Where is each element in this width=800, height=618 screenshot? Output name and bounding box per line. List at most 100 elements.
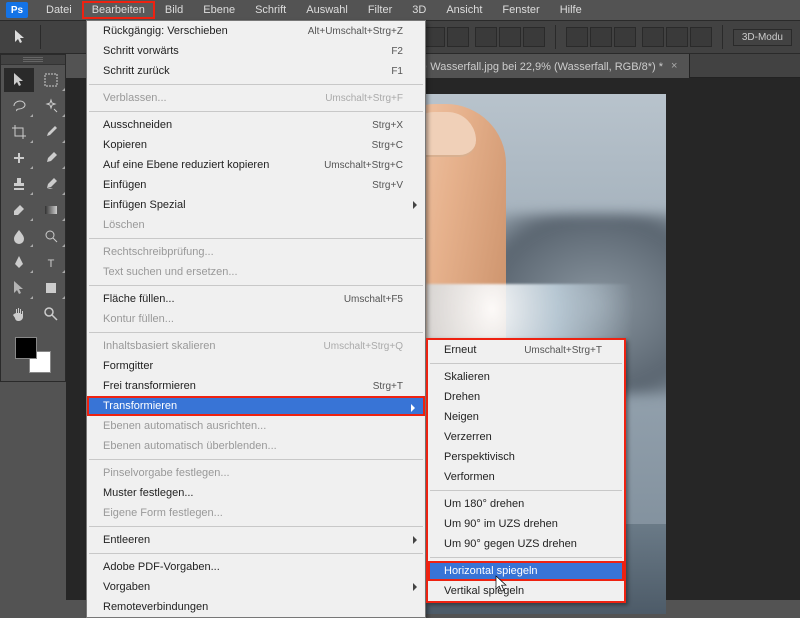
menu-item-label: Adobe PDF-Vorgaben... <box>103 561 220 573</box>
menu-separator <box>430 490 622 491</box>
dist-btn[interactable] <box>475 27 497 47</box>
menu-item-fl-che-f-llen[interactable]: Fläche füllen...Umschalt+F5 <box>87 289 425 309</box>
tool-magic[interactable] <box>36 94 66 118</box>
menu-item-label: Neigen <box>444 411 479 423</box>
menu-shortcut: Umschalt+Strg+F <box>325 93 403 104</box>
tool-stamp[interactable] <box>4 172 34 196</box>
menu-item-label: Verzerren <box>444 431 492 443</box>
menu-item-perspektivisch[interactable]: Perspektivisch <box>428 447 624 467</box>
doc-tab-wasserfall[interactable]: ⊙ Wasserfall.jpg bei 22,9% (Wasserfall, … <box>406 54 690 78</box>
tool-crop[interactable] <box>4 120 34 144</box>
menu-item-drehen[interactable]: Drehen <box>428 387 624 407</box>
toolbox-grip[interactable] <box>1 55 65 65</box>
menu-item-frei-transformieren[interactable]: Frei transformierenStrg+T <box>87 376 425 396</box>
dist-btn[interactable] <box>642 27 664 47</box>
menu-item-transformieren[interactable]: Transformieren <box>87 396 425 416</box>
menu-ansicht[interactable]: Ansicht <box>436 1 492 19</box>
menu-item-label: Ebenen automatisch ausrichten... <box>103 420 266 432</box>
tool-text[interactable]: T <box>36 250 66 274</box>
menu-item-verzerren[interactable]: Verzerren <box>428 427 624 447</box>
tool-history[interactable] <box>36 172 66 196</box>
menu-hilfe[interactable]: Hilfe <box>550 1 592 19</box>
cursor-icon <box>495 575 509 593</box>
menu-item-label: Horizontal spiegeln <box>444 565 538 577</box>
separator <box>722 25 723 49</box>
menu-item-einf-gen-spezial[interactable]: Einfügen Spezial <box>87 195 425 215</box>
menu-item-ausschneiden[interactable]: AusschneidenStrg+X <box>87 115 425 135</box>
menu-3d[interactable]: 3D <box>402 1 436 19</box>
menu-item-label: Ebenen automatisch überblenden... <box>103 440 277 452</box>
menu-separator <box>89 459 423 460</box>
dist-btn[interactable] <box>666 27 688 47</box>
tool-eraser[interactable] <box>4 198 34 222</box>
menu-shortcut: Alt+Umschalt+Strg+Z <box>308 26 403 37</box>
distribute-group <box>475 27 545 47</box>
menu-item-label: Ausschneiden <box>103 119 172 131</box>
menu-schrift[interactable]: Schrift <box>245 1 296 19</box>
menu-bild[interactable]: Bild <box>155 1 193 19</box>
menu-item-formgitter[interactable]: Formgitter <box>87 356 425 376</box>
menu-item-label: Auf eine Ebene reduziert kopieren <box>103 159 269 171</box>
menu-item-entleeren[interactable]: Entleeren <box>87 530 425 550</box>
tool-eyedrop[interactable] <box>36 120 66 144</box>
menu-item-label: Perspektivisch <box>444 451 515 463</box>
mode-label-3d[interactable]: 3D-Modu <box>733 29 792 46</box>
menu-item-schritt-zur-ck[interactable]: Schritt zurückF1 <box>87 61 425 81</box>
toolbox: T <box>0 54 66 382</box>
move-tool-icon[interactable] <box>10 27 30 47</box>
menu-separator <box>89 553 423 554</box>
tool-heal[interactable] <box>4 146 34 170</box>
dist-btn[interactable] <box>523 27 545 47</box>
tool-hand[interactable] <box>4 302 34 326</box>
menu-bearbeiten[interactable]: Bearbeiten <box>82 1 155 19</box>
tool-pen[interactable] <box>4 250 34 274</box>
menu-item-um-90-im-uzs-drehen[interactable]: Um 90° im UZS drehen <box>428 514 624 534</box>
tool-lasso[interactable] <box>4 94 34 118</box>
dist-btn[interactable] <box>614 27 636 47</box>
menu-item-kopieren[interactable]: KopierenStrg+C <box>87 135 425 155</box>
tool-path[interactable] <box>4 276 34 300</box>
menu-item-label: Kopieren <box>103 139 147 151</box>
dist-btn[interactable] <box>590 27 612 47</box>
tool-move[interactable] <box>4 68 34 92</box>
menu-item-skalieren[interactable]: Skalieren <box>428 367 624 387</box>
menu-datei[interactable]: Datei <box>36 1 82 19</box>
menu-item-um-180-drehen[interactable]: Um 180° drehen <box>428 494 624 514</box>
menu-item-schritt-vorw-rts[interactable]: Schritt vorwärtsF2 <box>87 41 425 61</box>
close-icon[interactable]: × <box>671 60 677 72</box>
dist-btn[interactable] <box>566 27 588 47</box>
tool-blur[interactable] <box>4 224 34 248</box>
menu-item-vorgaben[interactable]: Vorgaben <box>87 577 425 597</box>
menu-item-verformen[interactable]: Verformen <box>428 467 624 487</box>
foreground-color[interactable] <box>15 337 37 359</box>
align-btn[interactable] <box>447 27 469 47</box>
menu-item-r-ckg-ngig-verschieben[interactable]: Rückgängig: VerschiebenAlt+Umschalt+Strg… <box>87 21 425 41</box>
menu-item-muster-festlegen[interactable]: Muster festlegen... <box>87 483 425 503</box>
align-btn[interactable] <box>423 27 445 47</box>
menu-item-remoteverbindungen[interactable]: Remoteverbindungen <box>87 597 425 617</box>
menu-item-horizontal-spiegeln[interactable]: Horizontal spiegeln <box>428 561 624 581</box>
tool-brush[interactable] <box>36 146 66 170</box>
distribute-group-3 <box>642 27 712 47</box>
menu-item-um-90-gegen-uzs-drehen[interactable]: Um 90° gegen UZS drehen <box>428 534 624 554</box>
menu-item-erneut[interactable]: ErneutUmschalt+Strg+T <box>428 340 624 360</box>
menu-item-neigen[interactable]: Neigen <box>428 407 624 427</box>
tool-zoom[interactable] <box>36 302 66 326</box>
menu-item-vertikal-spiegeln[interactable]: Vertikal spiegeln <box>428 581 624 601</box>
tool-shape[interactable] <box>36 276 66 300</box>
menu-separator <box>430 557 622 558</box>
transform-submenu: ErneutUmschalt+Strg+T SkalierenDrehen Neig… <box>426 338 626 603</box>
dist-btn[interactable] <box>499 27 521 47</box>
menu-item-label: Schritt zurück <box>103 65 170 77</box>
menu-item-adobe-pdf-vorgaben[interactable]: Adobe PDF-Vorgaben... <box>87 557 425 577</box>
tool-dodge[interactable] <box>36 224 66 248</box>
menu-item-auf-eine-ebene-reduziert-kopieren[interactable]: Auf eine Ebene reduziert kopierenUmschal… <box>87 155 425 175</box>
menu-fenster[interactable]: Fenster <box>492 1 549 19</box>
menu-item-einf-gen[interactable]: EinfügenStrg+V <box>87 175 425 195</box>
menu-ebene[interactable]: Ebene <box>193 1 245 19</box>
dist-btn[interactable] <box>690 27 712 47</box>
menu-auswahl[interactable]: Auswahl <box>296 1 358 19</box>
menu-filter[interactable]: Filter <box>358 1 402 19</box>
tool-marquee[interactable] <box>36 68 66 92</box>
tool-gradient[interactable] <box>36 198 66 222</box>
